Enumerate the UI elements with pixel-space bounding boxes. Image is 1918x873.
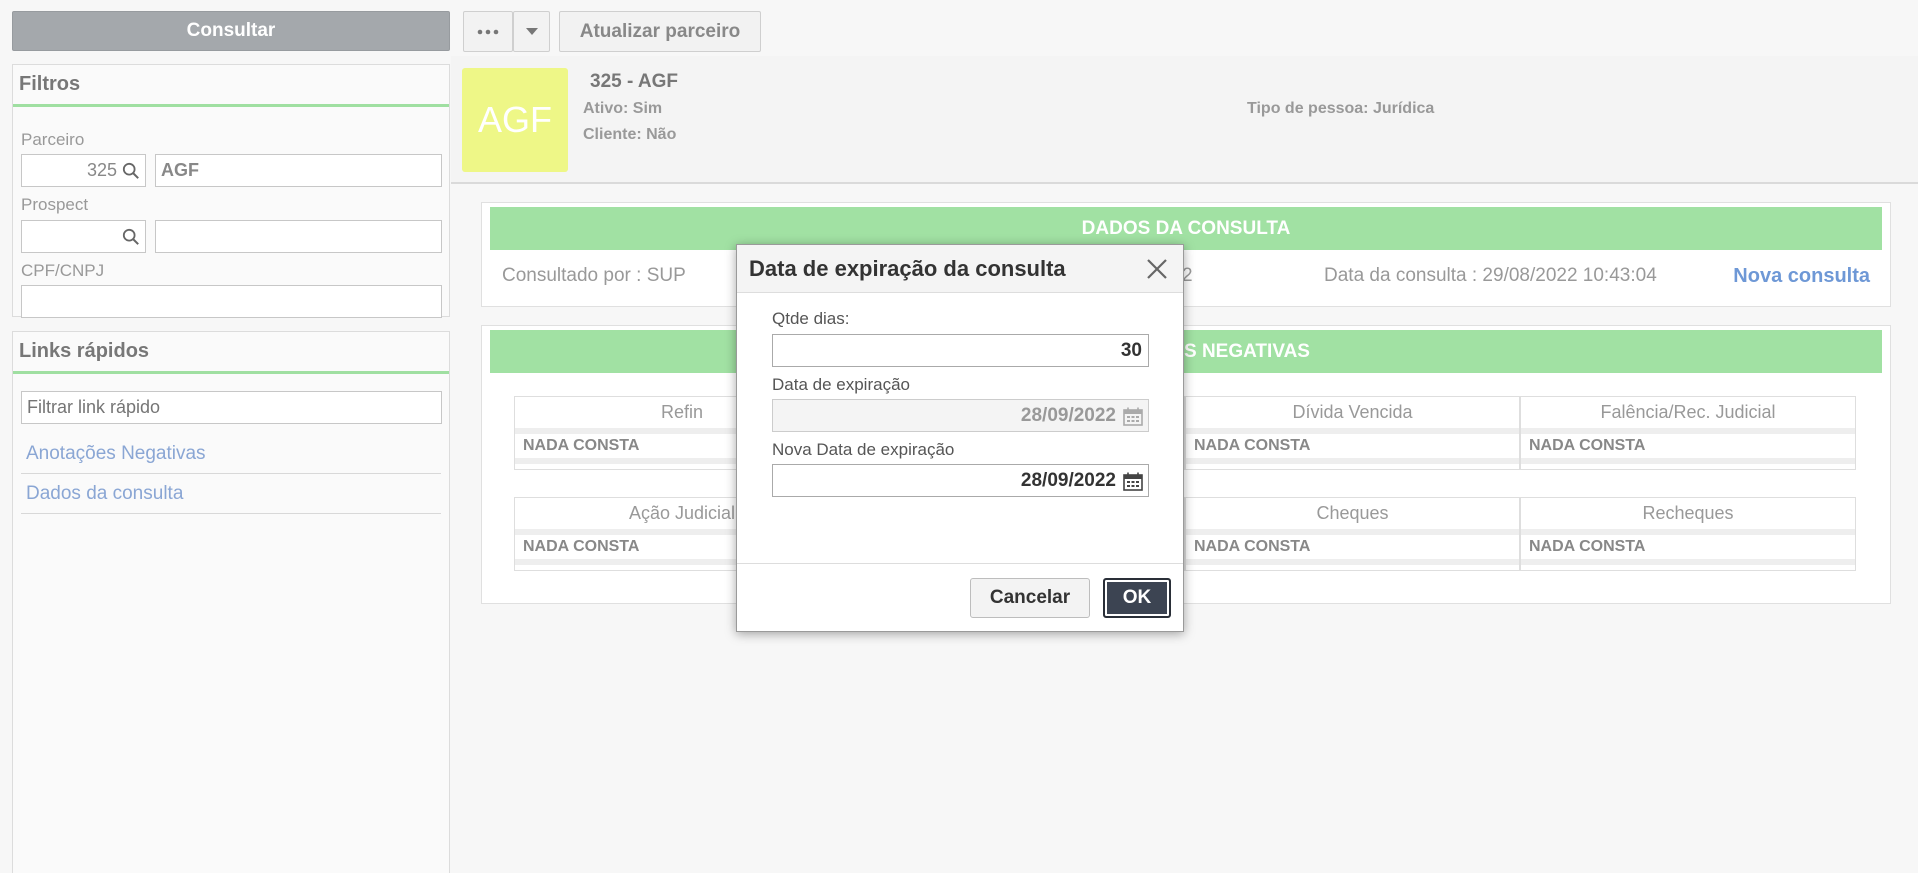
cancel-button[interactable]: Cancelar — [970, 578, 1090, 618]
quick-link-filter-input[interactable] — [21, 391, 442, 424]
anotacoes-grid-row2: Ação Judicial NADA CONSTA Cheques NADA C… — [514, 497, 1856, 571]
filters-title: Filtros — [13, 65, 449, 107]
nova-consulta-link[interactable]: Nova consulta — [1733, 265, 1870, 288]
parceiro-name-value: AGF — [161, 160, 199, 180]
partner-header: AGF 325 - AGF Ativo: Sim Cliente: Não Ti… — [451, 56, 1918, 184]
dialog-footer: Cancelar OK — [737, 563, 1183, 631]
qtde-dias-label: Qtde dias: — [772, 309, 850, 328]
expiration-dialog: Data de expiração da consulta Qtde dias:… — [736, 244, 1184, 632]
dados-consulta-title: DADOS DA CONSULTA — [490, 207, 1882, 250]
prospect-code-input[interactable] — [21, 220, 146, 253]
calendar-icon[interactable] — [1123, 472, 1143, 491]
more-actions-button[interactable] — [463, 11, 513, 52]
nova-data-expiracao-value: 28/09/2022 — [1020, 469, 1116, 491]
ellipsis-icon — [477, 29, 499, 34]
quick-link-dados[interactable]: Dados da consulta — [21, 474, 441, 514]
anotacoes-grid-row1: Refin NADA CONSTA Dívida Vencida NADA CO… — [514, 396, 1856, 470]
partner-tipo-pessoa: Tipo de pessoa: Jurídica — [1247, 100, 1435, 117]
consultar-button[interactable]: Consultar — [12, 11, 450, 51]
partner-title: 325 - AGF — [590, 71, 678, 92]
search-icon[interactable] — [122, 228, 140, 246]
grid-cell-divida-vencida: Dívida Vencida NADA CONSTA — [1185, 396, 1520, 470]
ok-button[interactable]: OK — [1103, 578, 1171, 618]
atualizar-parceiro-button[interactable]: Atualizar parceiro — [559, 11, 761, 52]
parceiro-code-input[interactable]: 325 — [21, 154, 146, 187]
dialog-title: Data de expiração da consulta — [749, 255, 1066, 281]
data-expiracao-label: Data de expiração — [772, 375, 910, 394]
left-panel: Consultar Filtros Parceiro 325 AGF Prosp… — [12, 11, 450, 873]
parceiro-code-value: 325 — [86, 160, 117, 180]
close-icon[interactable] — [1145, 257, 1169, 281]
grid-header: Cheques — [1186, 498, 1519, 535]
grid-cell-falencia: Falência/Rec. Judicial NADA CONSTA — [1520, 396, 1856, 470]
data-consulta: Data da consulta : 29/08/2022 10:43:04 — [1324, 265, 1657, 286]
calendar-icon — [1123, 407, 1143, 426]
grid-header: Falência/Rec. Judicial — [1521, 397, 1855, 434]
avatar: AGF — [462, 68, 568, 172]
parceiro-name-input[interactable]: AGF — [155, 154, 442, 187]
dados-consulta-card: DADOS DA CONSULTA Consultado por : SUP 2… — [481, 202, 1891, 307]
dropdown-button[interactable] — [513, 11, 550, 52]
qtde-dias-input[interactable]: 30 — [772, 334, 1149, 367]
anotacoes-title: S NEGATIVAS — [490, 330, 1882, 373]
dialog-header: Data de expiração da consulta — [737, 245, 1183, 293]
partner-ativo: Ativo: Sim — [583, 100, 663, 117]
grid-value: NADA CONSTA — [1186, 434, 1519, 464]
prospect-name-input[interactable] — [155, 220, 442, 253]
qtde-dias-value: 30 — [1120, 339, 1142, 361]
grid-cell-cheques: Cheques NADA CONSTA — [1185, 497, 1520, 571]
grid-value: NADA CONSTA — [1186, 535, 1519, 565]
partner-cliente: Cliente: Não — [583, 126, 677, 143]
data-expiracao-input: 28/09/2022 — [772, 399, 1149, 432]
grid-cell-recheques: Recheques NADA CONSTA — [1520, 497, 1856, 571]
caret-down-icon — [525, 28, 538, 35]
filters-panel: Filtros Parceiro 325 AGF Prospect CPF/CN… — [12, 64, 450, 318]
consultado-por: Consultado por : SUP — [502, 265, 686, 286]
grid-value: NADA CONSTA — [1521, 535, 1855, 565]
parceiro-label: Parceiro — [21, 130, 85, 149]
nova-data-expiracao-label: Nova Data de expiração — [772, 440, 955, 459]
grid-header: Recheques — [1521, 498, 1855, 535]
prospect-label: Prospect — [21, 195, 89, 214]
quick-links-panel: Links rápidos Anotações Negativas Dados … — [12, 331, 450, 873]
quick-links-title: Links rápidos — [13, 332, 449, 374]
cpf-label: CPF/CNPJ — [21, 261, 105, 280]
data-expiracao-value: 28/09/2022 — [1020, 404, 1116, 426]
cpf-input[interactable] — [21, 285, 442, 318]
grid-value: NADA CONSTA — [1521, 434, 1855, 464]
quick-link-anotacoes[interactable]: Anotações Negativas — [21, 434, 441, 474]
grid-header: Dívida Vencida — [1186, 397, 1519, 434]
search-icon[interactable] — [122, 162, 140, 180]
nova-data-expiracao-input[interactable]: 28/09/2022 — [772, 464, 1149, 497]
